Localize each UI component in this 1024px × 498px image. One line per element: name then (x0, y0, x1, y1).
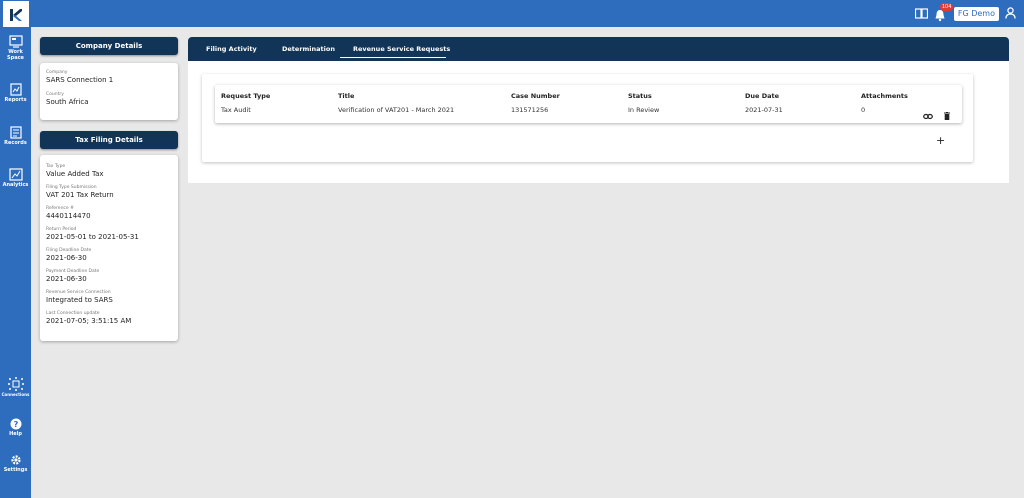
table-cell[interactable]: 131571256 (511, 106, 548, 114)
active-tab-indicator (340, 57, 446, 58)
table-cell[interactable]: 0 (861, 106, 865, 114)
tax-field-value: Value Added Tax (46, 170, 104, 178)
tax-field-value: VAT 201 Tax Return (46, 191, 114, 199)
delete-icon[interactable] (944, 105, 950, 124)
sidebar-item-label: Records (4, 140, 27, 146)
sidebar-item-analytics[interactable]: Analytics (0, 168, 31, 188)
column-header[interactable]: Case Number (511, 92, 560, 100)
tax-field-value: 2021-06-30 (46, 275, 87, 283)
sidebar-item-records[interactable]: Records (0, 126, 31, 146)
tax-field: Reference # 4440114470 (46, 206, 91, 221)
sidebar-item-label: Settings (3, 467, 28, 473)
company-details-heading: Company Details (40, 37, 178, 55)
company-details-panel: Company SARS Connection 1 Country South … (40, 63, 178, 120)
tax-field: Filing Deadline Date 2021-06-30 (46, 248, 91, 263)
analytics-icon (8, 168, 23, 181)
records-icon (9, 126, 22, 139)
tax-field: Tax Type Value Added Tax (46, 164, 104, 179)
country-field: Country South Africa (46, 92, 89, 107)
tax-field: Payment Deadline Date 2021-06-30 (46, 269, 99, 284)
tax-filing-details-heading: Tax Filing Details (40, 131, 178, 149)
sidebar-item-label: Work Space (7, 49, 24, 61)
tax-field: Last Connection update 2021-07-05; 3:51:… (46, 311, 131, 326)
table-cell[interactable]: Tax Audit (221, 106, 251, 114)
sidebar-item-connections[interactable]: Connections (0, 377, 31, 398)
column-header[interactable]: Attachments (861, 92, 908, 100)
user-icon[interactable] (1005, 4, 1016, 23)
tab-bar: Filing Activity Determination Revenue Se… (188, 37, 1009, 61)
tab-filing-activity[interactable]: Filing Activity (206, 37, 257, 61)
link-icon[interactable] (923, 105, 933, 124)
help-icon: ? (10, 418, 21, 430)
tax-field-value: 2021-06-30 (46, 254, 87, 262)
table-cell[interactable]: In Review (628, 106, 659, 114)
sidebar: Work Space Reports Records Analytics Con… (0, 27, 31, 498)
sidebar-item-reports[interactable]: Reports (0, 83, 31, 103)
settings-icon (10, 455, 21, 465)
table-cell[interactable]: 2021-07-31 (745, 106, 783, 114)
tax-field: Revenue Service Connection Integrated to… (46, 290, 113, 305)
sidebar-item-settings[interactable]: Settings (0, 454, 31, 473)
sidebar-item-label: Connections (1, 392, 30, 397)
svg-text:?: ? (13, 420, 18, 429)
add-request-button[interactable]: + (936, 135, 945, 146)
tax-field-value: 4440114470 (46, 212, 91, 220)
country-value: South Africa (46, 98, 89, 106)
company-value: SARS Connection 1 (46, 76, 114, 84)
company-field: Company SARS Connection 1 (46, 70, 113, 85)
tax-field-value: Integrated to SARS (46, 296, 113, 304)
user-name-chip[interactable]: FG Demo (953, 6, 999, 21)
column-header[interactable]: Request Type (221, 92, 270, 100)
column-header[interactable]: Title (338, 92, 354, 100)
tax-field: Return Period 2021-05-01 to 2021-05-31 (46, 227, 139, 242)
notifications-button[interactable]: 104 (934, 2, 954, 21)
logo-icon (10, 8, 22, 21)
requests-table: Request Type Title Case Number Status Du… (215, 85, 962, 123)
notification-count-badge: 104 (939, 2, 954, 11)
workspace-icon (8, 35, 23, 48)
tax-field: Filing Type Submission VAT 201 Tax Retur… (46, 185, 114, 200)
sidebar-item-help[interactable]: ? Help (0, 418, 31, 437)
tax-field-value: 2021-05-01 to 2021-05-31 (46, 233, 139, 241)
column-header[interactable]: Status (628, 92, 652, 100)
sidebar-item-workspace[interactable]: Work Space (0, 35, 31, 61)
column-header[interactable]: Due Date (745, 92, 779, 100)
reports-icon (9, 83, 22, 96)
sidebar-item-label: Help (9, 431, 22, 437)
table-cell[interactable]: Verification of VAT201 - March 2021 (338, 106, 454, 114)
sidebar-item-label: Analytics (2, 182, 29, 188)
top-bar: 104 FG Demo (0, 0, 1024, 28)
sidebar-item-label: Reports (4, 97, 27, 103)
tax-filing-details-panel: Tax Type Value Added Tax Filing Type Sub… (40, 155, 178, 341)
app-logo[interactable] (3, 1, 29, 28)
tab-determination[interactable]: Determination (282, 37, 335, 61)
tax-field-value: 2021-07-05; 3:51:15 AM (46, 317, 132, 325)
book-icon[interactable] (914, 4, 928, 23)
connections-icon (7, 377, 24, 391)
top-right-icons: 104 FG Demo (914, 2, 1016, 23)
